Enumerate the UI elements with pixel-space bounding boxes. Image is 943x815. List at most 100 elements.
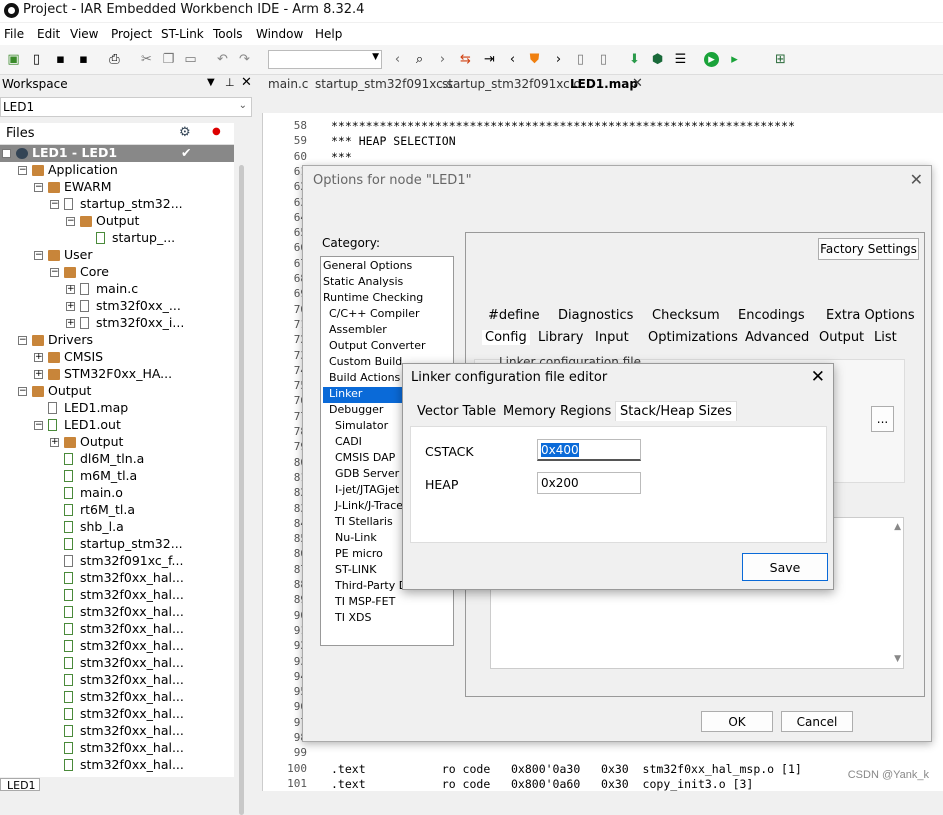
close-tab-icon[interactable]: ✕ [632, 76, 643, 91]
dropdown-arrow-icon[interactable]: ▼ [207, 77, 215, 88]
tree-item[interactable]: shb_l.a [0, 519, 234, 536]
tree-item[interactable]: stm32f0xx_hal... [0, 740, 234, 757]
tree-item[interactable]: stm32f0xx_hal... [0, 587, 234, 604]
options-tab[interactable]: Config [482, 330, 530, 345]
bookmark-prev-file-icon[interactable]: ▯ [573, 52, 588, 67]
tree-item[interactable]: + CMSIS [0, 349, 234, 366]
menu-project[interactable]: Project [111, 27, 152, 41]
tree-item[interactable]: main.o [0, 485, 234, 502]
collapse-icon[interactable]: − [18, 387, 27, 396]
workspace-config-select[interactable]: LED1 ⌄ [0, 97, 252, 117]
tree-item[interactable]: + stm32f0xx_... [0, 298, 234, 315]
tree-item[interactable]: + main.c [0, 281, 234, 298]
nav-forward-icon[interactable]: › [435, 52, 450, 67]
editor-tab[interactable]: LED1.map [570, 77, 638, 91]
tree-item[interactable]: rt6M_tl.a [0, 502, 234, 519]
expand-icon[interactable]: + [66, 285, 75, 294]
tree-item[interactable]: startup_stm32... [0, 536, 234, 553]
options-tab[interactable]: Diagnostics [558, 308, 633, 323]
tree-item[interactable]: − User [0, 247, 234, 264]
collapse-icon[interactable]: − [34, 251, 43, 260]
tree-item[interactable]: − LED1 - LED1 ✔ [0, 145, 234, 162]
tree-item[interactable]: m6M_tl.a [0, 468, 234, 485]
gear-icon[interactable]: ⚙ [179, 125, 191, 140]
collapse-icon[interactable]: − [34, 183, 43, 192]
run-icon[interactable]: ▸ [704, 52, 719, 67]
pin-icon[interactable]: ⊥ [225, 76, 235, 89]
cut-icon[interactable]: ✂ [139, 52, 154, 67]
expand-icon[interactable]: + [34, 353, 43, 362]
tree-item[interactable]: stm32f0xx_hal... [0, 689, 234, 706]
new-file-icon[interactable]: ▣ [6, 52, 21, 67]
expand-icon[interactable]: + [34, 370, 43, 379]
copy-icon[interactable]: ❐ [161, 52, 176, 67]
tree-item[interactable]: stm32f0xx_hal... [0, 723, 234, 740]
editor-tab[interactable]: startup_stm32f091xc.o [442, 77, 581, 91]
tree-item[interactable]: stm32f0xx_hal... [0, 706, 234, 723]
tree-item[interactable]: − startup_stm32... [0, 196, 234, 213]
tree-item[interactable]: + stm32f0xx_i... [0, 315, 234, 332]
category-item[interactable]: C/C++ Compiler [323, 307, 451, 323]
tree-item[interactable]: stm32f091xc_f... [0, 553, 234, 570]
menu-help[interactable]: Help [315, 27, 342, 41]
undo-icon[interactable]: ↶ [215, 52, 230, 67]
shield-icon[interactable]: ⬢ [650, 52, 665, 67]
redo-icon[interactable]: ↷ [237, 52, 252, 67]
linker-tab[interactable]: Memory Regions [503, 404, 611, 419]
options-tab[interactable]: Checksum [652, 308, 720, 323]
options-tab[interactable]: Advanced [745, 330, 809, 345]
tree-item[interactable]: − Output [0, 383, 234, 400]
category-item[interactable]: Output Converter [323, 339, 451, 355]
heap-input[interactable]: 0x200 [537, 472, 641, 494]
workspace-scrollbar[interactable] [236, 145, 248, 815]
tree-item[interactable]: + STM32F0xx_HA... [0, 366, 234, 383]
tree-item[interactable]: stm32f0xx_hal... [0, 604, 234, 621]
nav-back-icon[interactable]: ‹ [390, 52, 405, 67]
tree-item[interactable]: stm32f0xx_hal... [0, 570, 234, 587]
cstack-input[interactable]: 0x400 [537, 439, 641, 461]
collapse-icon[interactable]: − [18, 336, 27, 345]
find-icon[interactable]: ⌕ [412, 52, 427, 67]
tree-item[interactable]: − Core [0, 264, 234, 281]
options-tab[interactable]: #define [488, 308, 540, 323]
tree-item[interactable]: − EWARM [0, 179, 234, 196]
category-item[interactable]: Assembler [323, 323, 451, 339]
editor-tab[interactable]: main.c [268, 77, 308, 91]
factory-settings-button[interactable]: Factory Settings [818, 238, 919, 260]
breakpoint-list-icon[interactable]: ☰ [673, 52, 688, 67]
menu-file[interactable]: File [4, 27, 24, 41]
options-tab[interactable]: Extra Options [826, 308, 915, 323]
tree-item[interactable]: startup_... [0, 230, 234, 247]
expand-icon[interactable]: + [50, 438, 59, 447]
collapse-icon[interactable]: − [34, 421, 43, 430]
tree-item[interactable]: dl6M_tln.a [0, 451, 234, 468]
tree-item[interactable]: − Output [0, 213, 234, 230]
options-tab[interactable]: Input [595, 330, 629, 345]
category-item[interactable]: TI MSP-FET [323, 595, 451, 611]
scroll-up-icon[interactable]: ▲ [894, 522, 901, 532]
editor-tab[interactable]: startup_stm32f091xc.s [315, 77, 453, 91]
tree-item[interactable]: stm32f0xx_hal... [0, 672, 234, 689]
tree-item[interactable]: stm32f0xx_hal... [0, 638, 234, 655]
debug-icon[interactable]: ▸ [727, 52, 742, 67]
prev-bookmark-icon[interactable]: ‹ [505, 52, 520, 67]
collapse-icon[interactable]: − [50, 268, 59, 277]
bookmark-next-file-icon[interactable]: ▯ [596, 52, 611, 67]
go-to-icon[interactable]: ⇥ [482, 52, 497, 67]
menu-st-link[interactable]: ST-Link [161, 27, 204, 41]
linker-tab[interactable]: Vector Table [417, 404, 496, 419]
options-tab[interactable]: List [874, 330, 897, 345]
menu-window[interactable]: Window [256, 27, 303, 41]
tree-item[interactable]: stm32f0xx_hal... [0, 621, 234, 638]
expand-icon[interactable]: + [66, 319, 75, 328]
collapse-icon[interactable]: − [66, 217, 75, 226]
bookmark-icon[interactable]: ⛊ [527, 52, 542, 67]
collapse-icon[interactable]: − [2, 149, 11, 158]
close-icon[interactable]: ✕ [910, 170, 923, 189]
tree-item[interactable]: − Application [0, 162, 234, 179]
next-bookmark-icon[interactable]: › [551, 52, 566, 67]
cancel-button[interactable]: Cancel [781, 711, 853, 732]
browse-button[interactable]: ... [871, 406, 894, 432]
options-tab[interactable]: Optimizations [648, 330, 738, 345]
print-icon[interactable]: ⎙ [107, 52, 122, 67]
